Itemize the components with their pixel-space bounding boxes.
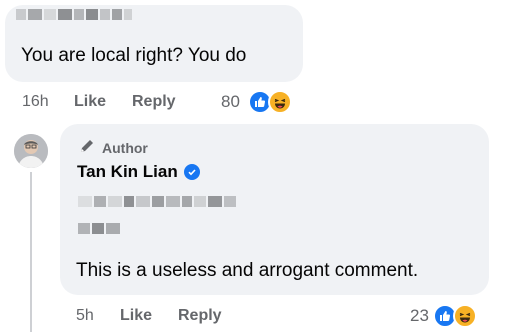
verified-badge-icon — [183, 164, 200, 180]
reply-like-button[interactable]: Like — [120, 307, 152, 325]
redacted-text-line-1 — [78, 196, 236, 207]
reply-reaction-count[interactable]: 23 — [410, 306, 429, 326]
top-comment-reply-button[interactable]: Reply — [132, 93, 176, 111]
author-badge: Author — [78, 137, 148, 158]
reply-text: This is a useless and arrogant comment. — [76, 260, 419, 281]
author-name-text[interactable]: Tan Kin Lian — [77, 162, 178, 182]
top-comment-actions: 16h Like Reply 80 — [22, 90, 312, 114]
reply-time[interactable]: 5h — [76, 307, 94, 325]
top-comment-reactions[interactable] — [248, 90, 292, 114]
reply-actions: 5h Like Reply 23 — [76, 304, 496, 328]
top-comment-reaction-count[interactable]: 80 — [221, 92, 240, 112]
top-comment-time[interactable]: 16h — [22, 93, 49, 111]
redacted-text-line-2 — [78, 223, 120, 234]
thread-line — [30, 172, 32, 332]
author-avatar[interactable] — [14, 134, 48, 168]
haha-reaction-icon — [453, 304, 477, 328]
top-comment-like-button[interactable]: Like — [74, 93, 106, 111]
author-name[interactable]: Tan Kin Lian — [77, 162, 200, 182]
redacted-commenter-name — [16, 9, 132, 20]
pencil-icon — [78, 137, 96, 158]
haha-reaction-icon — [268, 90, 292, 114]
reply-reply-button[interactable]: Reply — [178, 307, 222, 325]
top-comment-text: You are local right? You do — [21, 45, 247, 66]
author-badge-label: Author — [102, 139, 148, 156]
reply-reactions[interactable] — [433, 304, 477, 328]
